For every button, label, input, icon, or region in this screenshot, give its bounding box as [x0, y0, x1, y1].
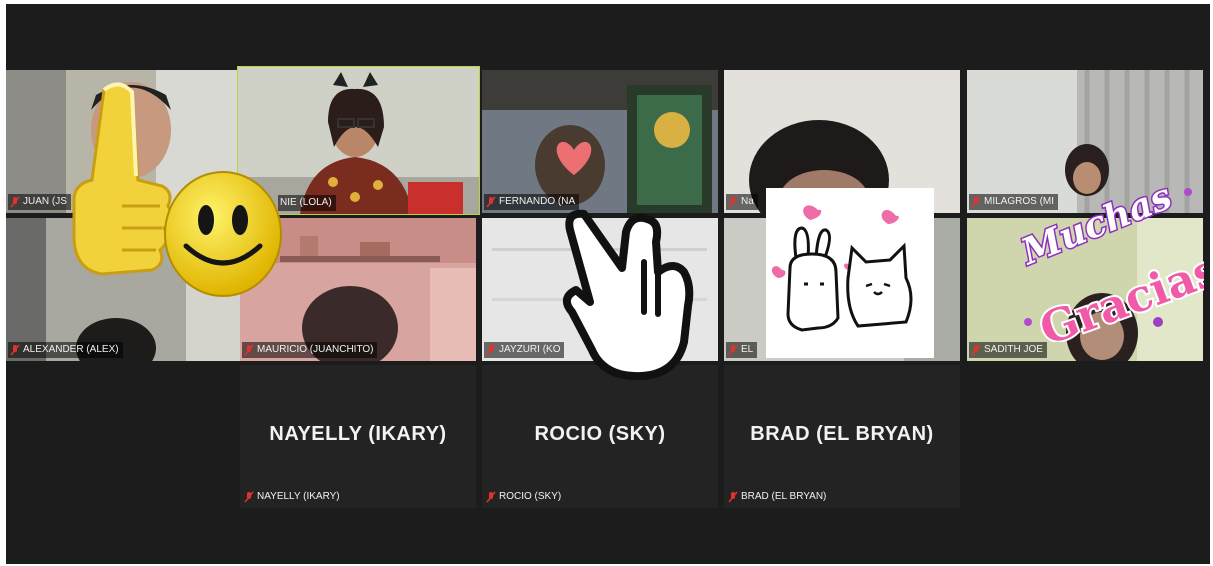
muted-mic-icon — [10, 344, 20, 356]
video-feed — [482, 70, 718, 213]
participant-nameplate: JUAN (JS — [8, 194, 71, 210]
participant-display-name: NAYELLY (IKARY) — [269, 423, 447, 445]
muted-mic-icon — [971, 196, 981, 208]
muted-mic-icon — [244, 491, 254, 503]
muted-mic-icon — [486, 344, 496, 356]
muted-mic-icon — [728, 196, 738, 208]
participant-nameplate: Na — [726, 194, 758, 210]
participant-display-name: ROCIO (SKY) — [534, 423, 666, 445]
participant-name: ALEXANDER (ALEX) — [23, 344, 119, 355]
muted-mic-icon — [971, 344, 981, 356]
participant-name: NIE (LOLA) — [280, 197, 332, 208]
muted-mic-icon — [728, 491, 738, 503]
participant-nameplate: ALEXANDER (ALEX) — [8, 342, 123, 358]
participant-nameplate: NIE (LOLA) — [278, 195, 336, 211]
participant-name: SADITH JOE — [984, 344, 1043, 355]
participant-name: BRAD (EL BRYAN) — [741, 491, 827, 502]
muted-mic-icon — [10, 196, 20, 208]
participant-display-name: BRAD (EL BRYAN) — [750, 423, 934, 445]
participant-tile-rocio[interactable]: ROCIO (SKY) ROCIO (SKY) — [482, 365, 718, 508]
participant-name: ROCIO (SKY) — [499, 491, 562, 502]
muted-mic-icon — [244, 344, 254, 356]
participant-nameplate: SADITH JOE — [969, 342, 1047, 358]
muchas-text: Muchas — [1014, 175, 1178, 274]
participant-nameplate: NAYELLY (IKARY) — [242, 489, 344, 505]
participant-tile-fernando[interactable]: FERNANDO (NA — [482, 70, 718, 213]
participant-nameplate: MAURICIO (JUANCHITO) — [242, 342, 378, 358]
bunny-cat-sticker — [766, 188, 934, 358]
participant-name: EL — [741, 344, 754, 355]
participant-name: NAYELLY (IKARY) — [257, 491, 340, 502]
thumbs-up-sticker — [72, 82, 173, 276]
meeting-gallery: JUAN (JS NIE (LOLA) FERNANDO (NA Na MILA… — [6, 4, 1210, 564]
participant-tile-nayelly[interactable]: NAYELLY (IKARY) NAYELLY (IKARY) — [240, 365, 476, 508]
participant-name: Na — [741, 196, 754, 207]
smiley-face-sticker — [164, 171, 282, 297]
muted-mic-icon — [486, 196, 496, 208]
muchas-gracias-sticker: Muchas Gracias — [1012, 174, 1204, 342]
muted-mic-icon — [486, 491, 496, 503]
pointing-hand-sticker — [562, 209, 694, 381]
participant-nameplate: EL — [726, 342, 758, 358]
muted-mic-icon — [728, 344, 738, 356]
participant-name: MAURICIO (JUANCHITO) — [257, 344, 374, 355]
participant-nameplate: ROCIO (SKY) — [484, 489, 565, 505]
participant-name: JUAN (JS — [23, 196, 67, 207]
participant-tile-brad[interactable]: BRAD (EL BRYAN) BRAD (EL BRYAN) — [724, 365, 960, 508]
participant-nameplate: BRAD (EL BRYAN) — [726, 489, 830, 505]
